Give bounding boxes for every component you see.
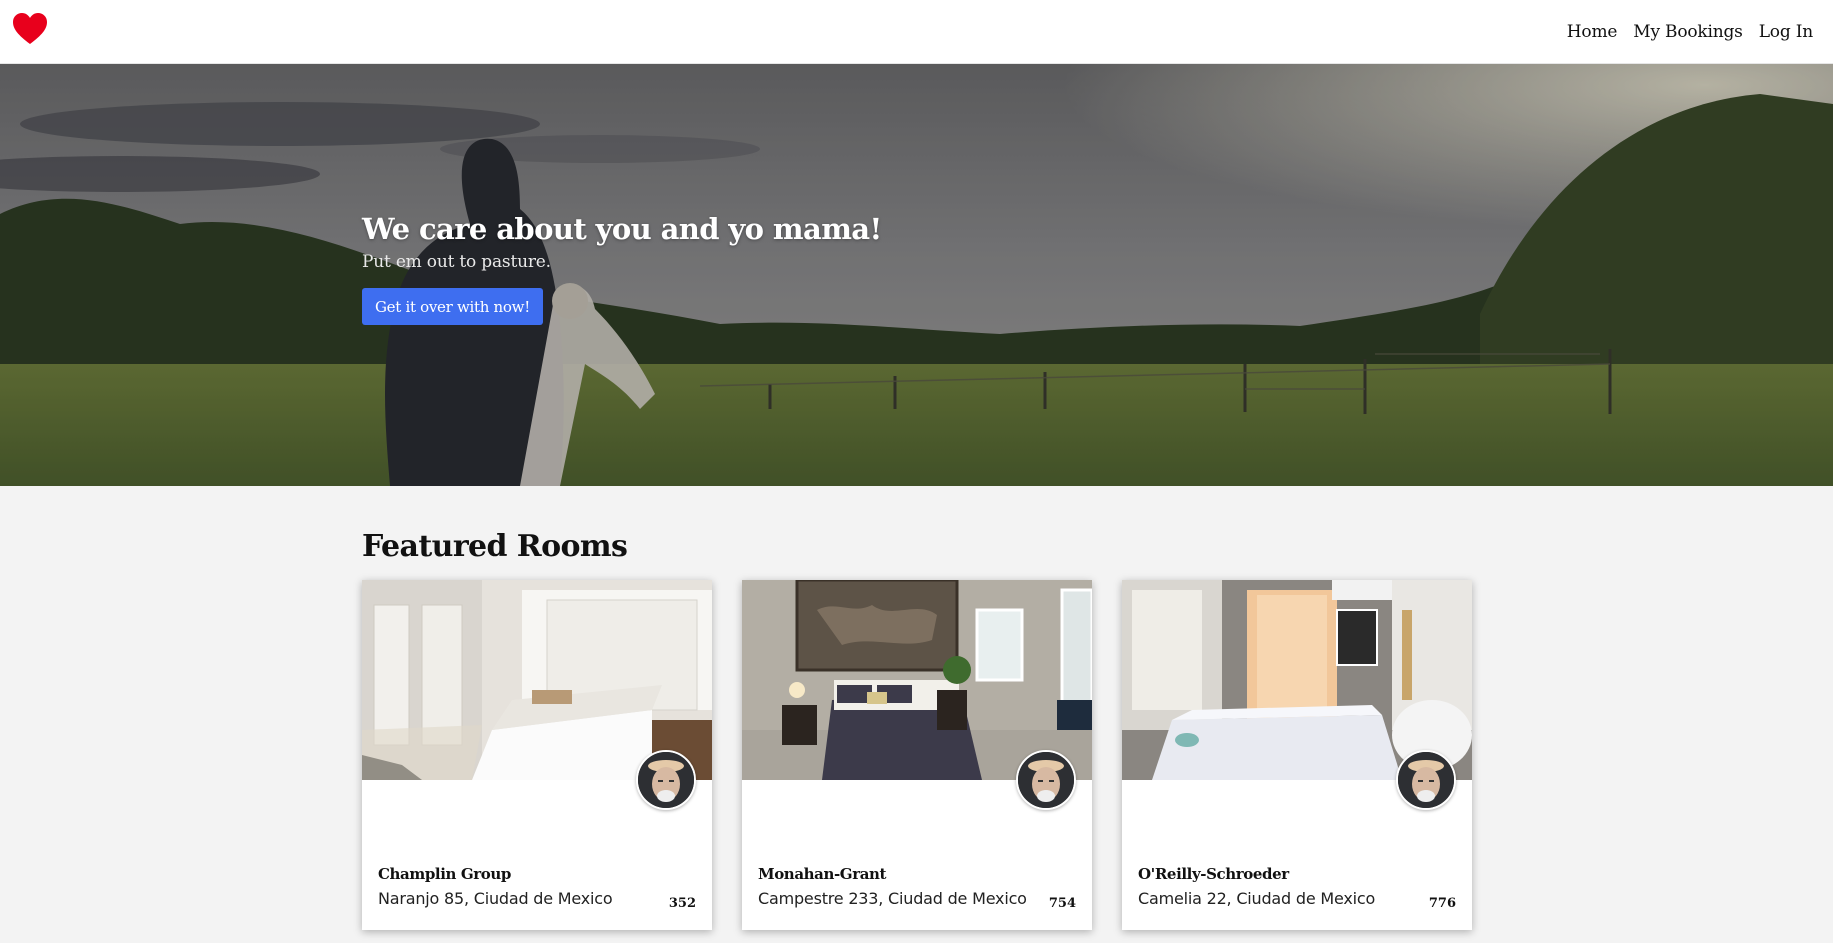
nav-log-in-link[interactable]: Log In — [1759, 22, 1813, 42]
room-name: Monahan-Grant — [758, 865, 887, 883]
get-started-button[interactable]: Get it over with now! — [362, 288, 543, 325]
host-avatar — [1396, 750, 1456, 810]
hero-background-image — [0, 64, 1833, 486]
hero-content: We care about you and yo mama! Put em ou… — [362, 212, 882, 325]
room-card[interactable]: Monahan-Grant Campestre 233, Ciudad de M… — [742, 580, 1092, 930]
host-avatar — [636, 750, 696, 810]
hero-banner: We care about you and yo mama! Put em ou… — [0, 64, 1833, 486]
host-avatar — [1016, 750, 1076, 810]
room-card[interactable]: Champlin Group Naranjo 85, Ciudad de Mex… — [362, 580, 712, 930]
nav-home-link[interactable]: Home — [1567, 22, 1618, 42]
hero-title: We care about you and yo mama! — [362, 212, 882, 246]
room-name: Champlin Group — [378, 865, 511, 883]
heart-icon[interactable] — [12, 12, 48, 46]
featured-rooms-list: Champlin Group Naranjo 85, Ciudad de Mex… — [362, 580, 1472, 930]
featured-rooms-heading: Featured Rooms — [362, 529, 628, 564]
room-price: 754 — [1048, 896, 1076, 911]
navbar: Home My Bookings Log In — [0, 0, 1833, 64]
nav-my-bookings-link[interactable]: My Bookings — [1633, 22, 1743, 42]
room-price: 776 — [1428, 896, 1456, 911]
nav-links: Home My Bookings Log In — [1567, 0, 1813, 64]
room-address: Campestre 233, Ciudad de Mexico — [758, 889, 1027, 908]
room-price: 352 — [668, 896, 696, 911]
room-card[interactable]: O'Reilly-Schroeder Camelia 22, Ciudad de… — [1122, 580, 1472, 930]
room-address: Naranjo 85, Ciudad de Mexico — [378, 889, 613, 908]
room-address: Camelia 22, Ciudad de Mexico — [1138, 889, 1376, 908]
hero-subtitle: Put em out to pasture. — [362, 252, 551, 272]
room-name: O'Reilly-Schroeder — [1138, 865, 1289, 883]
